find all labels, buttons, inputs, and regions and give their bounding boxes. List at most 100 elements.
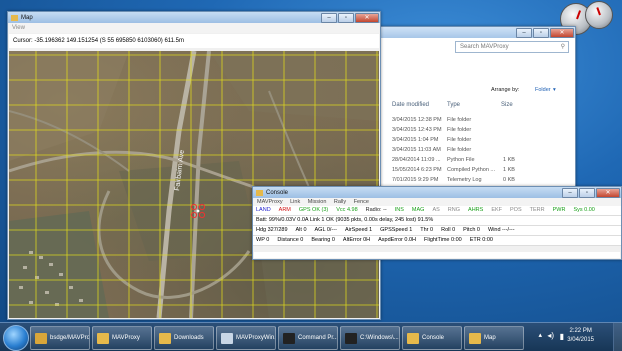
taskbar-button-label: bsdge/MAVPro... [50, 335, 90, 341]
column-header-date[interactable]: Date modified [392, 102, 429, 108]
nav-value: Pitch 0 [463, 227, 480, 233]
nav-value: AirSpeed 1 [344, 227, 373, 233]
window-title: Map [21, 14, 33, 21]
taskbar-button[interactable]: Console [402, 326, 462, 350]
taskbar-button[interactable]: bsdge/MAVPro... [30, 326, 90, 350]
file-type-cell[interactable]: Python File [447, 157, 475, 163]
file-date-cell[interactable]: 3/04/2015 1:04 PM [392, 137, 438, 143]
app-icon [469, 332, 481, 344]
network-icon[interactable]: ▮ [560, 332, 564, 341]
minimize-button[interactable]: – [562, 187, 578, 198]
file-date-cell[interactable]: 15/05/2014 6:23 PM [392, 167, 442, 173]
chevron-down-icon[interactable]: ▾ [553, 87, 556, 93]
start-button[interactable] [3, 325, 29, 351]
map-titlebar[interactable]: Map – ▫ ✕ [8, 12, 380, 23]
console-output[interactable] [254, 252, 620, 258]
maximize-button[interactable]: ▫ [338, 12, 354, 23]
taskbar-button[interactable]: Map [464, 326, 524, 350]
file-date-cell[interactable]: 3/04/2015 12:43 PM [392, 127, 442, 133]
taskbar-button[interactable]: C:\Windows\... [340, 326, 400, 350]
status-indicator: ARM [278, 207, 291, 213]
file-size-cell[interactable]: 1 KB [503, 157, 515, 163]
taskbar-button-label: Downloads [174, 335, 204, 341]
close-button[interactable]: ✕ [596, 187, 620, 198]
clock-date[interactable]: 3/04/2015 [567, 336, 594, 345]
nav-value: Thr 0 [420, 227, 434, 233]
taskbar-button[interactable]: MAVProxyWin... [216, 326, 276, 350]
menu-rally[interactable]: Rally [334, 199, 346, 205]
status-indicator: LAND [256, 207, 271, 213]
waypoint-value: Distance 0 [277, 237, 304, 243]
maximize-button[interactable]: ▫ [579, 187, 595, 198]
file-type-cell[interactable]: File folder [447, 127, 471, 133]
taskbar-button[interactable]: Command Pr... [278, 326, 338, 350]
menu-mavproxy[interactable]: MAVProxy [257, 199, 283, 205]
tray-arrow-icon[interactable]: ▴ [538, 331, 542, 339]
taskbar: bsdge/MAVPro... MAVProxy Downloads MAVProxy… [0, 322, 622, 351]
menu-link[interactable]: Link [290, 199, 300, 205]
status-indicator: Radio: -- [365, 207, 387, 213]
file-type-cell[interactable]: File folder [447, 137, 471, 143]
nav-value: AGL 0/--- [314, 227, 337, 233]
nav-value: Roll 0 [441, 227, 456, 233]
status-indicator: TERR [529, 207, 545, 213]
file-type-cell[interactable]: Telemetry Log [447, 177, 482, 183]
minimize-button[interactable]: – [321, 12, 337, 23]
window-title: Console [266, 189, 289, 196]
map-window[interactable]: Map – ▫ ✕ View Cursor: -35.196362 149.15… [7, 11, 381, 320]
close-button[interactable]: ✕ [550, 27, 574, 38]
search-icon: ⚲ [560, 44, 565, 50]
status-indicator: Vcc 4.98 [336, 207, 358, 213]
console-window[interactable]: Console – ▫ ✕ MAVProxy Link Mission Rall… [252, 186, 622, 260]
memory-meter-gadget[interactable] [585, 1, 613, 29]
taskbar-button[interactable]: MAVProxy [92, 326, 152, 350]
status-indicator: AS [432, 207, 440, 213]
column-header-size[interactable]: Size [501, 102, 513, 108]
nav-value: Hdg 327/289 [256, 227, 288, 233]
file-type-cell[interactable]: File folder [447, 147, 471, 153]
taskbar-button-label: MAVProxyWin... [236, 335, 276, 341]
waypoint-value: AltError 0H [342, 237, 371, 243]
arrange-dropdown[interactable]: Folder [535, 87, 551, 93]
system-tray: 2:22 PM 3/04/2015 [567, 327, 594, 345]
file-size-cell[interactable]: 0 KB [503, 177, 515, 183]
nav-row: Hdg 327/289 Alt 0 AGL 0/--- AirSpeed 1 GPSSp… [253, 226, 621, 236]
app-icon [407, 332, 419, 344]
explorer-titlebar[interactable]: – ▫ ✕ [375, 27, 575, 38]
app-icon [283, 332, 295, 344]
waypoint-row: WP 0 Distance 0 Bearing 0 AltError 0H AspdEr… [253, 236, 621, 246]
minimize-button[interactable]: – [516, 27, 532, 38]
search-input[interactable]: ⚲ Search MAVProxy [455, 41, 569, 53]
status-indicator: Sys 0.00 [573, 207, 595, 213]
status-indicator: MAG [411, 207, 425, 213]
explorer-window[interactable]: – ▫ ✕ ⚲ Search MAVProxy Arrange by: Fold… [374, 26, 576, 203]
nav-value: Alt 0 [295, 227, 307, 233]
clock-time[interactable]: 2:22 PM [567, 327, 594, 336]
file-date-cell[interactable]: 3/04/2015 12:38 PM [392, 117, 442, 123]
taskbar-button-label: Map [484, 335, 496, 341]
file-size-cell[interactable]: 1 KB [503, 167, 515, 173]
file-type-cell[interactable]: File folder [447, 117, 471, 123]
console-menubar: MAVProxy Link Mission Rally Fence [253, 198, 621, 206]
waypoint-value: ETR 0:00 [469, 237, 493, 243]
file-date-cell[interactable]: 7/01/2015 9:29 PM [392, 177, 438, 183]
waypoint-value: FlightTime 0:00 [424, 237, 462, 243]
menu-mission[interactable]: Mission [308, 199, 327, 205]
menu-fence[interactable]: Fence [354, 199, 369, 205]
taskbar-button-label: Command Pr... [298, 335, 338, 341]
show-desktop-button[interactable] [613, 323, 622, 351]
volume-icon[interactable]: ◂) [547, 331, 554, 340]
console-titlebar[interactable]: Console – ▫ ✕ [253, 187, 621, 198]
close-button[interactable]: ✕ [355, 12, 379, 23]
nav-value: GPSSpeed 1 [380, 227, 413, 233]
file-date-cell[interactable]: 3/04/2015 11:03 AM [392, 147, 441, 153]
maximize-button[interactable]: ▫ [533, 27, 549, 38]
taskbar-button-label: C:\Windows\... [360, 335, 399, 341]
nav-value: Wind ---/--- [488, 227, 515, 233]
file-date-cell[interactable]: 28/04/2014 11:09 ... [392, 157, 441, 163]
menu-view[interactable]: View [9, 23, 379, 33]
file-type-cell[interactable]: Compiled Python ... [447, 167, 495, 173]
satellite-map[interactable]: Fairbairn Ave [9, 51, 379, 318]
column-header-type[interactable]: Type [447, 102, 460, 108]
taskbar-button[interactable]: Downloads [154, 326, 214, 350]
